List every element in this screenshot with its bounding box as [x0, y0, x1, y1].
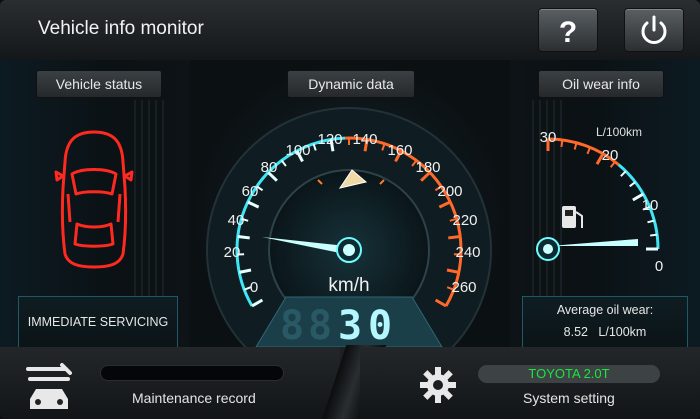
- oil-needle: [550, 239, 638, 246]
- oil-tick: [649, 233, 658, 237]
- dynamic-data-panel: Dynamic data 0 20 40 60 80 100 120 140 1…: [190, 60, 510, 347]
- vehicle-status-panel: Vehicle status IMMEDIATE SERVICING: [0, 60, 190, 348]
- oil-needle-hub-center: [543, 244, 553, 254]
- vehicle-monitor-app: Vehicle info monitor ? Vehicle status IM…: [0, 0, 700, 419]
- average-oil-wear-readout: 8.52 L/100km: [523, 325, 687, 339]
- oil-tick-label-10: 10: [642, 197, 659, 214]
- footer-bar: Maintenance record TOYOTA 2.0T System se…: [0, 345, 700, 419]
- maintenance-tools-icon: [26, 363, 72, 409]
- speedometer-gauge: 0 20 40 60 80 100 120 140 160 180 200 22…: [206, 107, 492, 347]
- speed-tick-label-200: 200: [437, 183, 462, 200]
- speed-tick-label-80: 80: [261, 159, 278, 176]
- average-oil-wear-label: Average oil wear:: [556, 303, 654, 317]
- speed-digit-4: 0: [368, 303, 392, 347]
- maintenance-record-label: Maintenance record: [132, 390, 256, 406]
- speed-tick-label-180: 180: [415, 159, 440, 176]
- average-oil-wear-unit: L/100km: [598, 325, 647, 339]
- average-oil-wear-value: 8.52: [563, 325, 588, 339]
- speed-tick-label-240: 240: [455, 244, 480, 261]
- oil-tick-label-20: 20: [602, 147, 619, 164]
- vehicle-status-title: Vehicle status: [36, 70, 162, 98]
- power-icon: [641, 15, 667, 44]
- speed-tick-label-0: 0: [250, 279, 258, 296]
- speed-tick-label-60: 60: [242, 183, 259, 200]
- power-button[interactable]: [624, 8, 684, 52]
- oil-tick-label-0: 0: [655, 258, 663, 275]
- system-setting-label: System setting: [523, 390, 615, 406]
- header-bar: Vehicle info monitor ?: [0, 0, 700, 61]
- maintenance-progress-bar: [100, 365, 284, 381]
- speed-tick-label-40: 40: [228, 212, 245, 229]
- app-title: Vehicle info monitor: [38, 18, 204, 39]
- speed-digit-1: 8: [280, 303, 304, 347]
- oil-tick: [560, 139, 564, 148]
- oil-tick: [620, 170, 627, 177]
- speed-needle-hub-center: [343, 244, 355, 256]
- car-top-view-icon: [54, 130, 134, 269]
- speed-tick-label-160: 160: [387, 142, 412, 159]
- maintenance-record-section[interactable]: Maintenance record: [0, 347, 340, 419]
- fuel-pump-icon: [562, 206, 583, 228]
- gear-icon: [420, 367, 456, 403]
- system-setting-section[interactable]: [360, 347, 700, 419]
- oil-wear-panel: Oil wear info 30 20 10 0 L/100km Average…: [510, 60, 700, 348]
- speed-tick-label-260: 260: [451, 279, 476, 296]
- vehicle-status-text: IMMEDIATE SERVICING: [27, 315, 169, 329]
- oil-tick: [586, 146, 592, 155]
- speed-tick-label-100: 100: [285, 142, 310, 159]
- average-oil-wear-box: Average oil wear: 8.52 L/100km: [522, 296, 688, 348]
- speed-tick: [237, 235, 250, 240]
- question-mark-icon: ?: [559, 16, 577, 49]
- car-model-badge: TOYOTA 2.0T: [478, 365, 660, 383]
- speed-digit-2: 8: [308, 303, 332, 347]
- oil-tick-label-30: 30: [540, 129, 557, 146]
- speed-tick-label-140: 140: [352, 131, 377, 148]
- vehicle-status-box: IMMEDIATE SERVICING: [18, 296, 178, 348]
- oil-tick: [629, 181, 636, 188]
- oil-tick: [573, 142, 578, 150]
- speed-tick-label-20: 20: [224, 244, 241, 261]
- help-button[interactable]: ?: [538, 8, 598, 52]
- speed-tick-label-220: 220: [452, 212, 477, 229]
- speed-tick: [448, 235, 461, 240]
- speed-unit: km/h: [328, 275, 369, 296]
- oil-unit: L/100km: [596, 125, 642, 139]
- oil-wear-gauge: 30 20 10 0 L/100km: [536, 125, 663, 275]
- speed-tick-label-120: 120: [317, 131, 342, 148]
- svg-text:?: ?: [559, 16, 577, 49]
- speed-digit-3: 3: [338, 303, 362, 347]
